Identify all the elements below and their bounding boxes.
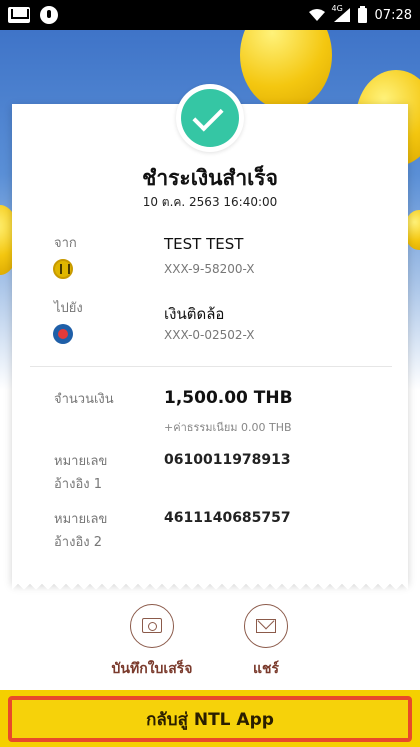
status-time: 07:28 bbox=[374, 7, 412, 23]
back-to-app-button[interactable]: กลับสู่ NTL App bbox=[8, 696, 412, 742]
transaction-datetime: 10 ต.ค. 2563 16:40:00 bbox=[142, 195, 278, 209]
amount-label: จำนวนเงิน bbox=[54, 392, 114, 407]
battery-icon bbox=[357, 5, 367, 23]
receipt-torn-edge bbox=[12, 578, 408, 590]
to-name: เงินติดล้อ bbox=[164, 305, 225, 323]
mail-icon bbox=[256, 619, 276, 633]
cellular-signal-icon: 4G bbox=[332, 4, 350, 22]
camera-button-circle[interactable] bbox=[130, 604, 174, 648]
share-button-circle[interactable] bbox=[244, 604, 288, 648]
gmail-icon bbox=[8, 7, 30, 23]
ref2-value: 4611140685757 bbox=[164, 510, 291, 526]
from-name: TEST TEST bbox=[164, 235, 244, 253]
wifi-icon bbox=[308, 9, 325, 21]
from-account: XXX-9-58200-X bbox=[164, 262, 255, 276]
status-bar: 4G 07:28 bbox=[0, 0, 420, 30]
balloon-decoration bbox=[240, 30, 332, 110]
ref2-label: หมายเลข อ้างอิง 2 bbox=[54, 512, 108, 550]
share-button[interactable]: แชร์ bbox=[216, 604, 316, 680]
amount-value: 1,500.00 THB bbox=[164, 388, 293, 408]
share-label: แชร์ bbox=[252, 661, 280, 677]
save-receipt-button[interactable]: บันทึกใบเสร็จ bbox=[102, 604, 202, 680]
page-title: ชำระเงินสำเร็จ bbox=[142, 166, 278, 190]
bank-icon bbox=[53, 324, 73, 344]
fee-text: +ค่าธรรมเนียม 0.00 THB bbox=[164, 421, 292, 434]
to-account: XXX-0-02502-X bbox=[164, 328, 255, 342]
ref1-value: 0610011978913 bbox=[164, 452, 291, 468]
to-label: ไปยัง bbox=[54, 301, 83, 316]
divider bbox=[30, 366, 392, 367]
save-receipt-label: บันทึกใบเสร็จ bbox=[111, 661, 193, 677]
ref1-label: หมายเลข อ้างอิง 1 bbox=[54, 454, 108, 492]
from-label: จาก bbox=[54, 236, 77, 251]
check-icon bbox=[181, 89, 239, 147]
kbank-icon bbox=[53, 259, 73, 279]
success-badge bbox=[176, 84, 244, 152]
message-icon bbox=[40, 6, 58, 24]
camera-icon bbox=[142, 618, 162, 633]
